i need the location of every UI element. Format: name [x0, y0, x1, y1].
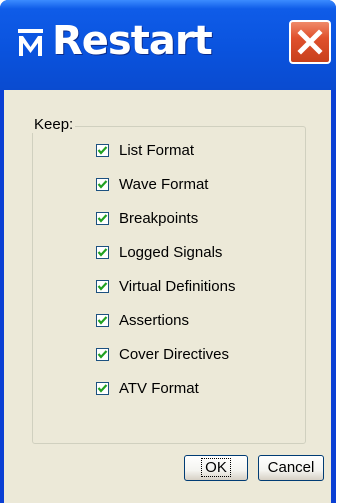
close-button[interactable] — [289, 20, 331, 64]
option-label: Assertions — [119, 311, 190, 329]
checkbox[interactable] — [96, 347, 109, 361]
option-label: Breakpoints — [119, 209, 199, 227]
option-list-format[interactable]: List Format — [96, 140, 194, 160]
checkmark-icon — [97, 349, 108, 359]
checkbox[interactable] — [96, 279, 109, 293]
checkmark-icon — [97, 247, 108, 257]
checkbox[interactable] — [96, 381, 109, 395]
checkmark-icon — [97, 281, 108, 291]
restart-dialog: Restart Keep: List Format Wave Format Br… — [0, 0, 336, 503]
option-atv-format[interactable]: ATV Format — [96, 378, 199, 398]
option-label: Logged Signals — [119, 243, 223, 261]
checkbox[interactable] — [96, 211, 109, 225]
option-label: List Format — [119, 141, 195, 159]
close-icon — [297, 29, 323, 55]
dialog-body: Keep: List Format Wave Format Breakpoint… — [4, 90, 331, 503]
checkmark-icon — [97, 145, 108, 155]
option-label: Cover Directives — [119, 345, 230, 363]
checkbox[interactable] — [96, 245, 109, 259]
option-label: Virtual Definitions — [119, 277, 236, 295]
option-assertions[interactable]: Assertions — [96, 310, 189, 330]
keep-group-label: Keep: — [32, 116, 76, 133]
ok-button-label: OK — [201, 458, 231, 477]
option-breakpoints[interactable]: Breakpoints — [96, 208, 198, 228]
option-label: ATV Format — [119, 379, 199, 397]
checkmark-icon — [97, 383, 108, 393]
checkmark-icon — [97, 315, 108, 325]
option-wave-format[interactable]: Wave Format — [96, 174, 208, 194]
checkbox[interactable] — [96, 177, 109, 191]
option-logged-signals[interactable]: Logged Signals — [96, 242, 222, 262]
option-virtual-definitions[interactable]: Virtual Definitions — [96, 276, 235, 296]
checkbox[interactable] — [96, 313, 109, 327]
option-cover-directives[interactable]: Cover Directives — [96, 344, 229, 364]
checkbox[interactable] — [96, 143, 109, 157]
option-label: Wave Format — [119, 175, 209, 193]
cancel-button[interactable]: Cancel — [258, 455, 324, 481]
checkmark-icon — [97, 179, 108, 189]
ok-button[interactable]: OK — [184, 455, 248, 481]
title-bar[interactable]: Restart — [0, 0, 336, 90]
checkmark-icon — [97, 213, 108, 223]
m-logo-icon — [18, 29, 43, 56]
window-title: Restart — [52, 18, 213, 64]
